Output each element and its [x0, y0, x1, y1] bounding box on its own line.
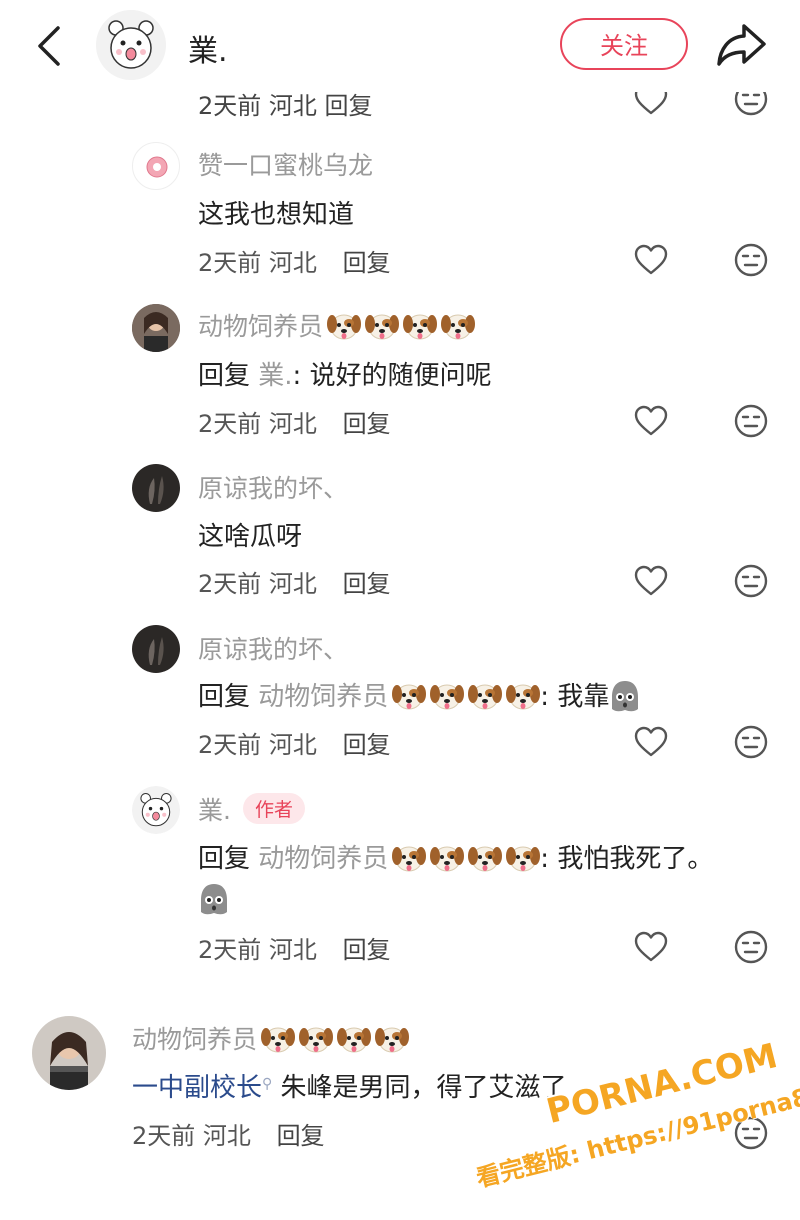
comment-time: 2天前 [198, 570, 262, 598]
reply-target[interactable]: 業. [258, 361, 292, 391]
neutral-face-icon[interactable] [734, 564, 768, 598]
avatar[interactable] [132, 786, 180, 834]
neutral-face-icon[interactable] [734, 930, 768, 964]
dog-face-emoji [299, 1024, 333, 1054]
comment-meta: 2天前 河北 回复 [198, 725, 391, 760]
comment-meta: 2天前 河北 回复 [198, 404, 391, 439]
comment-location: 河北 [268, 570, 317, 598]
heart-outline-icon[interactable] [634, 405, 668, 437]
dog-face-emoji [468, 843, 502, 873]
follow-button[interactable]: 关注 [560, 18, 688, 70]
comment-location: 河北 [202, 1122, 251, 1150]
dog-face-emoji [337, 1024, 371, 1054]
dog-face-emoji [506, 681, 540, 711]
comment-text: 回复 業.: 说好的随便问呢 [198, 361, 492, 391]
heart-outline-icon[interactable] [634, 726, 668, 758]
author-avatar[interactable] [96, 10, 166, 80]
username[interactable]: 原谅我的坏、 [198, 630, 348, 666]
dog-face-emoji [441, 311, 475, 341]
mention-link[interactable]: 一中副校长 [132, 1073, 262, 1103]
comment-meta: 2天前 河北 回复 [198, 930, 391, 965]
comment-text: 回复 动物饲养员: 我怕我死了。 [198, 844, 714, 874]
neutral-face-icon[interactable] [734, 725, 768, 759]
comment-text: 回复 动物饲养员: 我靠 [198, 676, 641, 713]
reply-button[interactable]: 回复 [343, 936, 391, 964]
dog-face-emoji [430, 843, 464, 873]
avatar[interactable] [32, 1016, 106, 1090]
heart-outline-icon[interactable] [634, 931, 668, 963]
reply-button[interactable]: 回复 [343, 410, 391, 438]
dog-face-emoji [392, 681, 426, 711]
dog-face-emoji [506, 843, 540, 873]
comment-text: 这我也想知道 [198, 200, 355, 230]
comment-meta: 2天前 河北 回复 [198, 564, 391, 599]
search-icon: ⚲ [262, 1076, 273, 1092]
gray-ghost-emoji [198, 882, 230, 916]
dog-face-emoji [468, 681, 502, 711]
dog-face-emoji [261, 1024, 295, 1054]
chevron-left-icon [38, 26, 60, 66]
heart-outline-icon[interactable] [634, 244, 668, 276]
heart-outline-icon[interactable] [634, 565, 668, 597]
dog-face-emoji [375, 1024, 409, 1054]
comment-time: 2天前 [132, 1122, 196, 1150]
dog-face-emoji [327, 311, 361, 341]
reply-target[interactable]: 动物饲养员 [258, 844, 540, 874]
dog-face-emoji [430, 681, 464, 711]
username[interactable]: 动物饲养员 [198, 307, 475, 343]
author-badge: 作者 [242, 793, 305, 824]
comment-location: 河北 [268, 249, 317, 277]
comment-time: 2天前 [198, 249, 262, 277]
back-button[interactable] [30, 24, 70, 68]
gray-ghost-emoji [609, 679, 641, 713]
reply-button[interactable]: 回复 [343, 570, 391, 598]
dog-face-emoji [392, 843, 426, 873]
avatar[interactable] [132, 464, 180, 512]
comment-meta: 2天前 河北 回复 [198, 243, 391, 278]
top-bar: 業. 关注 [0, 0, 800, 92]
author-name[interactable]: 業. [188, 26, 228, 70]
dog-face-emoji [365, 311, 399, 341]
reply-button[interactable]: 回复 [343, 731, 391, 759]
comment-location: 河北 [268, 936, 317, 964]
reply-button[interactable]: 回复 [343, 249, 391, 277]
share-button[interactable] [716, 20, 768, 68]
neutral-face-icon[interactable] [734, 404, 768, 438]
comment-time: 2天前 [198, 410, 262, 438]
username[interactable]: 原谅我的坏、 [198, 469, 348, 505]
comment-time: 2天前 [198, 936, 262, 964]
neutral-face-icon[interactable] [734, 243, 768, 277]
avatar[interactable] [132, 142, 180, 190]
username[interactable]: 赞一口蜜桃乌龙 [198, 146, 373, 182]
avatar[interactable] [132, 304, 180, 352]
share-arrow-icon [717, 24, 766, 66]
comment-location: 河北 [268, 731, 317, 759]
dog-face-emoji [403, 311, 437, 341]
comment-time: 2天前 [198, 731, 262, 759]
reply-target[interactable]: 动物饲养员 [258, 682, 540, 712]
comment-meta: 2天前 河北 回复 [132, 1116, 325, 1151]
comment-text: 这啥瓜呀 [198, 522, 303, 552]
comment-text: 一中副校长⚲ 朱峰是男同，得了艾滋了 [132, 1073, 567, 1103]
avatar[interactable] [132, 625, 180, 673]
username[interactable]: 动物饲养员 [132, 1020, 409, 1056]
comment-location: 河北 [268, 410, 317, 438]
username[interactable]: 業. 作者 [198, 791, 305, 827]
reply-button[interactable]: 回复 [277, 1122, 325, 1150]
